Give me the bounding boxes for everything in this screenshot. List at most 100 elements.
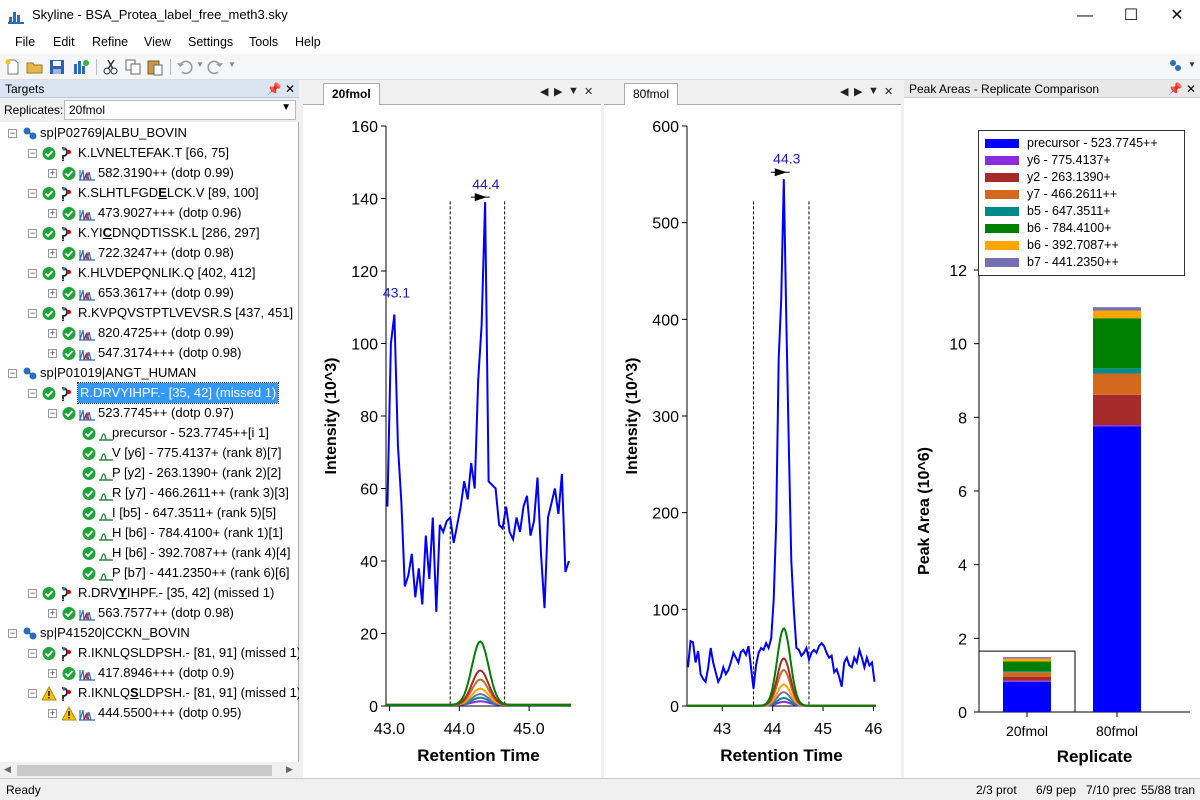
tree-node[interactable]: +444.5500+++ (dotp 0.95) (0, 703, 299, 723)
cut-icon[interactable] (102, 58, 120, 76)
tree-node[interactable]: +547.3174+++ (dotp 0.98) (0, 343, 299, 363)
tree-node[interactable]: +582.3190++ (dotp 0.99) (0, 163, 299, 183)
tree-node[interactable]: − sp|P01019|ANGT_HUMAN (0, 363, 299, 383)
collapse-icon[interactable]: − (28, 269, 37, 278)
tree-node[interactable]: H [b6] - 392.7087++ (rank 4)[4] (0, 543, 299, 563)
tree-node[interactable]: − K.SLHTLFGDELCK.V [89, 100] (0, 183, 299, 203)
collapse-icon[interactable]: − (28, 149, 37, 158)
import-results-icon[interactable] (72, 58, 90, 76)
horizontal-scrollbar[interactable]: ◀ ▶ (0, 762, 299, 779)
collapse-icon[interactable]: − (8, 369, 17, 378)
tab-close-icon[interactable]: ✕ (584, 85, 593, 98)
tab-menu-icon[interactable]: ▼ (568, 85, 579, 97)
minimize-button[interactable]: — (1062, 0, 1108, 31)
pin-icon[interactable]: 📌 (1168, 82, 1183, 96)
menu-refine[interactable]: Refine (92, 35, 128, 49)
tree-node[interactable]: P [y2] - 263.1390+ (rank 2)[2] (0, 463, 299, 483)
tab-prev-icon[interactable]: ◀ (840, 85, 848, 98)
close-window-button[interactable]: ✕ (1154, 0, 1200, 31)
collapse-icon[interactable]: − (28, 229, 37, 238)
tree-node[interactable]: +417.8946+++ (dotp 0.9) (0, 663, 299, 683)
chromatogram-20fmol-graph[interactable]: 0 20 40 60 80 100 120 140 160 43.0 44.0 45.0 Retenti… (303, 105, 601, 778)
peak-areas-graph[interactable]: 0 2 4 6 8 10 12 Peak Area (10^6) 20fmol 80fmol Rep… (904, 98, 1200, 778)
menu-edit[interactable]: Edit (53, 35, 75, 49)
tree-node[interactable]: − R.DRVYIHPF.- [35, 42] (missed 1) (0, 382, 299, 404)
tab-next-icon[interactable]: ▶ (854, 85, 862, 98)
collapse-icon[interactable]: − (28, 389, 37, 398)
close-panel-icon[interactable]: ✕ (285, 82, 295, 96)
expand-icon[interactable]: + (48, 709, 57, 718)
tree-node[interactable]: +653.3617++ (dotp 0.99) (0, 283, 299, 303)
redo-dropdown-icon[interactable]: ▼ (228, 60, 236, 69)
tree-node[interactable]: − K.YICDNQDTISSK.L [286, 297] (0, 223, 299, 243)
open-folder-icon[interactable] (26, 58, 44, 76)
chromatogram-80fmol-graph[interactable]: 0 100 200 300 400 500 600 43 44 45 46 Retention Tim… (604, 105, 901, 778)
chromatogram-20fmol-svg[interactable]: 0 20 40 60 80 100 120 140 160 43.0 44.0 45.0 Retenti… (303, 105, 601, 778)
close-panel-icon[interactable]: ✕ (1186, 82, 1196, 96)
tree-node[interactable]: − sp|P41520|CCKN_BOVIN (0, 623, 299, 643)
menu-help[interactable]: Help (295, 35, 321, 49)
expand-icon[interactable]: + (48, 209, 57, 218)
chromatogram-80fmol-svg[interactable]: 0 100 200 300 400 500 600 43 44 45 46 Retention Tim… (604, 105, 901, 778)
save-icon[interactable] (48, 58, 66, 76)
tree-node[interactable]: − R.KVPQVSTPTLVEVSR.S [437, 451] (0, 303, 299, 323)
tree-node[interactable]: − R.IKNLQSLDPSH.- [81, 91] (missed 1) (0, 683, 299, 703)
tree-node[interactable]: precursor - 523.7745++[i 1] (0, 423, 299, 443)
tab-80fmol[interactable]: 80fmol (624, 83, 679, 105)
menu-settings[interactable]: Settings (188, 35, 233, 49)
tab-20fmol[interactable]: 20fmol (323, 83, 380, 105)
expand-icon[interactable]: + (48, 249, 57, 258)
targets-tree[interactable]: − sp|P02769|ALBU_BOVIN − K.LVNELTEFAK.T [66… (0, 122, 299, 762)
undo-dropdown-icon[interactable]: ▼ (196, 60, 204, 69)
collapse-icon[interactable]: − (8, 129, 17, 138)
tree-node[interactable]: P [b7] - 441.2350++ (rank 6)[6] (0, 563, 299, 583)
toolbar-dropdown-icon[interactable]: ▼ (1188, 60, 1196, 69)
tree-node[interactable]: − 523.7745++ (dotp 0.97) (0, 403, 299, 423)
expand-icon[interactable]: + (48, 329, 57, 338)
new-file-icon[interactable] (4, 58, 22, 76)
maximize-button[interactable]: ☐ (1108, 0, 1154, 31)
peptide-chooser-icon[interactable] (1168, 58, 1186, 76)
tree-node[interactable]: − R.IKNLQSLDPSH.- [81, 91] (missed 1) (0, 643, 299, 663)
collapse-icon[interactable]: − (28, 649, 37, 658)
collapse-icon[interactable]: − (8, 629, 17, 638)
tree-node[interactable]: − K.HLVDEPQNLIK.Q [402, 412] (0, 263, 299, 283)
expand-icon[interactable]: + (48, 669, 57, 678)
collapse-icon[interactable]: − (28, 309, 37, 318)
tree-node[interactable]: +722.3247++ (dotp 0.98) (0, 243, 299, 263)
expand-icon[interactable]: + (48, 349, 57, 358)
tree-node[interactable]: V [y6] - 775.4137+ (rank 8)[7] (0, 443, 299, 463)
tree-node[interactable]: +563.7577++ (dotp 0.98) (0, 603, 299, 623)
scrollbar-thumb[interactable] (17, 765, 272, 776)
scroll-right-icon[interactable]: ▶ (286, 764, 293, 775)
tree-node[interactable]: +473.9027+++ (dotp 0.96) (0, 203, 299, 223)
tab-prev-icon[interactable]: ◀ (540, 85, 548, 98)
tree-node[interactable]: +820.4725++ (dotp 0.99) (0, 323, 299, 343)
redo-icon[interactable] (206, 58, 224, 76)
menu-file[interactable]: File (15, 35, 35, 49)
undo-icon[interactable] (176, 58, 194, 76)
expand-icon[interactable]: + (48, 609, 57, 618)
tab-menu-icon[interactable]: ▼ (868, 85, 879, 97)
expand-icon[interactable]: + (48, 289, 57, 298)
menu-view[interactable]: View (144, 35, 171, 49)
scroll-left-icon[interactable]: ◀ (4, 764, 11, 775)
replicates-select[interactable]: 20fmol ▼ (64, 100, 296, 120)
tree-node[interactable]: − sp|P02769|ALBU_BOVIN (0, 123, 299, 143)
collapse-icon[interactable]: − (28, 189, 37, 198)
copy-icon[interactable] (124, 58, 142, 76)
collapse-icon[interactable]: − (28, 589, 37, 598)
tree-node[interactable]: − R.DRVYIHPF.- [35, 42] (missed 1) (0, 583, 299, 603)
tree-node[interactable]: I [b5] - 647.3511+ (rank 5)[5] (0, 503, 299, 523)
tree-node[interactable]: R [y7] - 466.2611++ (rank 3)[3] (0, 483, 299, 503)
tree-node[interactable]: − K.LVNELTEFAK.T [66, 75] (0, 143, 299, 163)
tab-close-icon[interactable]: ✕ (884, 85, 893, 98)
tab-next-icon[interactable]: ▶ (554, 85, 562, 98)
menu-tools[interactable]: Tools (249, 35, 278, 49)
paste-icon[interactable] (146, 58, 164, 76)
pin-icon[interactable]: 📌 (267, 82, 282, 96)
expand-icon[interactable]: + (48, 169, 57, 178)
collapse-icon[interactable]: − (28, 689, 37, 698)
collapse-icon[interactable]: − (48, 409, 57, 418)
tree-node[interactable]: H [b6] - 784.4100+ (rank 1)[1] (0, 523, 299, 543)
